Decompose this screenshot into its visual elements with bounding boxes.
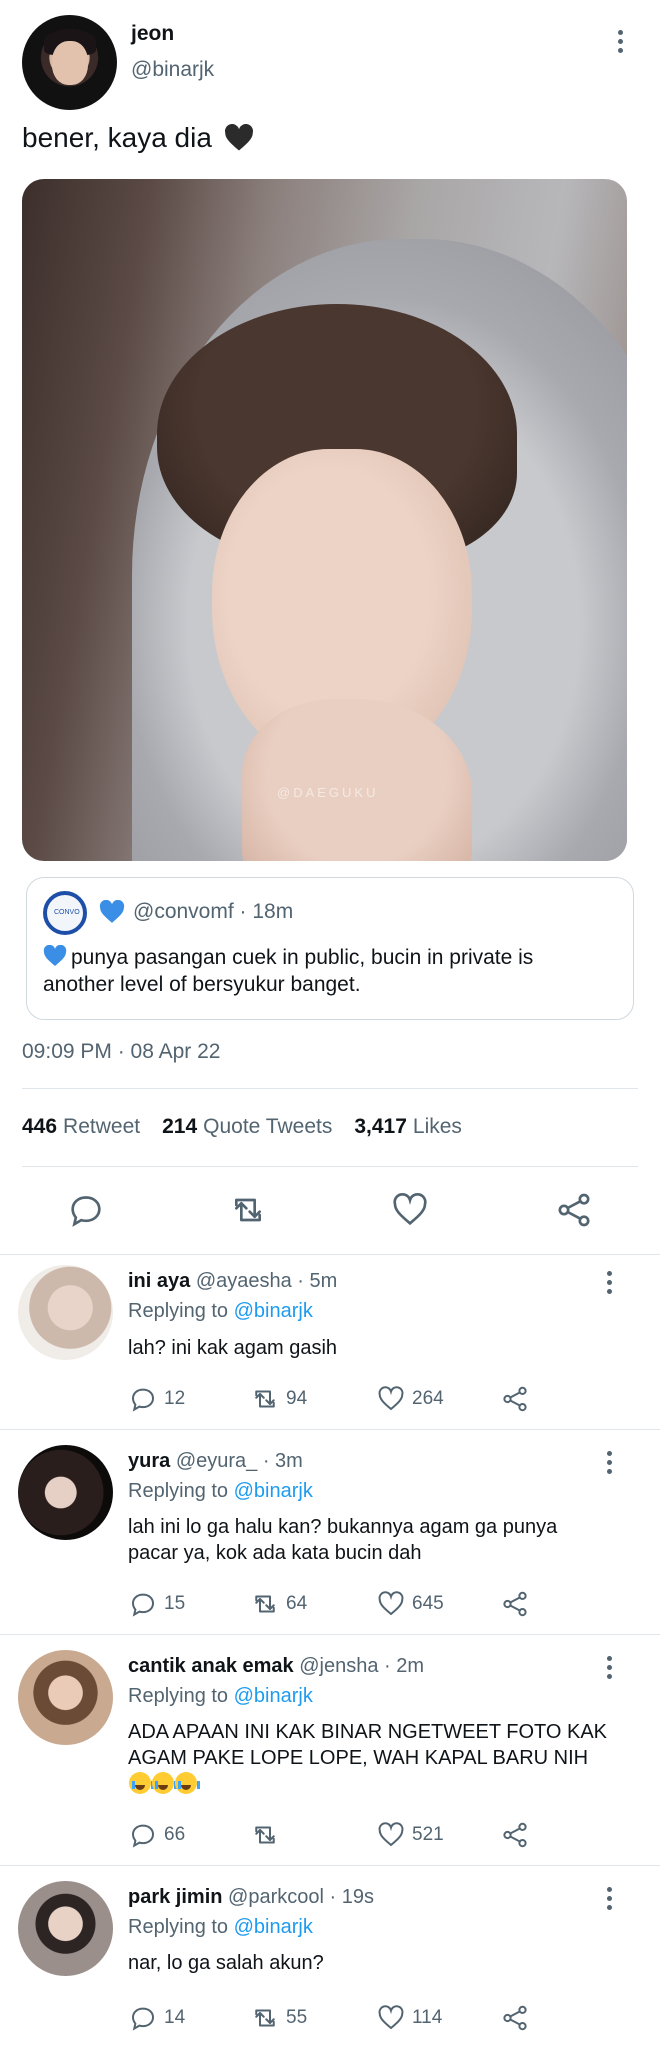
photo-watermark: @DAEGUKU [277,785,379,800]
retweet-icon[interactable] [228,1190,268,1230]
retweet-icon [255,2009,275,2027]
replying-to: Replying to @binarjk [128,1480,313,1502]
reply-author[interactable]: cantik anak emak @jensha · 2m [128,1655,424,1678]
reply-retweet-button[interactable] [250,1819,286,1851]
reply-comment-button[interactable]: 12 [128,1383,185,1415]
reply-share-button[interactable] [500,2002,530,2034]
blue-heart-emoji-icon [99,900,125,923]
quoted-handle-time: @convomf · 18m [133,900,294,923]
reply-text-container: ADA APAAN INI KAK BINAR NGETWEET FOTO KA… [128,1719,608,1797]
reply-actions: 15 64 645 [128,1588,548,1620]
reply-retweet-button[interactable]: 64 [250,1588,307,1620]
reply-like-button[interactable]: 521 [376,1819,444,1851]
reply-text: nar, lo ga salah akun? [128,1952,324,1974]
tweet-photo[interactable]: @DAEGUKU [22,179,627,861]
replying-to-link[interactable]: @binarjk [234,1300,313,1322]
share-icon[interactable] [554,1190,594,1230]
more-options-icon[interactable] [603,1887,615,1913]
reply-like-button[interactable]: 645 [376,1588,444,1620]
quoted-tweet[interactable]: CONVO @convomf · 18m punya pasangan cuek… [26,877,634,1020]
retweet-icon [255,1390,275,1408]
reply-avatar[interactable] [18,1650,113,1745]
reply-author[interactable]: ini aya @ayaesha · 5m [128,1270,337,1293]
reply-item[interactable]: yura @eyura_ · 3m Replying to @binarjk l… [0,1430,660,1634]
loudly-crying-face-emoji-icon [175,1772,200,1794]
reply-author[interactable]: park jimin @parkcool · 19s [128,1886,374,1909]
share-icon [503,2005,527,2031]
reply-comment-button[interactable]: 15 [128,1588,185,1620]
more-options-icon[interactable] [603,1271,615,1297]
like-icon [378,2005,404,2030]
reply-avatar[interactable] [18,1445,113,1540]
reply-actions: 12 94 264 [128,1383,548,1415]
reply-avatar[interactable] [18,1265,113,1360]
quoted-text: punya pasangan cuek in public, bucin in … [43,946,534,996]
author-avatar[interactable] [22,15,117,110]
replying-to: Replying to @binarjk [128,1916,313,1938]
tweet-timestamp: 09:09 PM · 08 Apr 22 [22,1040,221,1063]
quoted-text-container: punya pasangan cuek in public, bucin in … [43,944,603,998]
reply-share-button[interactable] [500,1588,530,1620]
reply-text: lah? ini kak agam gasih [128,1337,338,1359]
reply-item[interactable]: ini aya @ayaesha · 5m Replying to @binar… [0,1255,660,1429]
reply-share-button[interactable] [500,1819,530,1851]
reply-like-button[interactable]: 114 [376,2002,442,2034]
reply-like-button[interactable]: 264 [376,1383,444,1415]
reply-avatar[interactable] [18,1881,113,1976]
retweet-icon [255,1826,275,1844]
share-icon [503,1386,527,1412]
author-handle[interactable]: @binarjk [131,58,214,82]
divider [22,1088,638,1089]
like-icon[interactable] [390,1190,430,1230]
author-name[interactable]: jeon [131,22,174,46]
reply-item[interactable]: park jimin @parkcool · 19s Replying to @… [0,1866,660,2048]
reply-icon[interactable] [66,1190,106,1230]
quote-count-link[interactable]: 214 Quote Tweets [162,1115,332,1139]
reply-text: ADA APAAN INI KAK BINAR NGETWEET FOTO KA… [128,1721,608,1769]
replying-to-link[interactable]: @binarjk [234,1480,313,1502]
quoted-avatar: CONVO [43,891,87,935]
reply-text: lah ini lo ga halu kan? bukannya agam ga… [128,1516,558,1564]
like-count-link[interactable]: 3,417 Likes [354,1115,462,1139]
reply-retweet-button[interactable]: 94 [250,1383,307,1415]
share-icon [503,1822,527,1848]
reply-retweet-button[interactable]: 55 [250,2002,307,2034]
loudly-crying-face-emoji-icon [129,1772,154,1794]
more-options-icon[interactable] [603,1451,615,1477]
like-icon [378,1591,404,1616]
tweet-text-container: bener, kaya dia [22,122,254,154]
black-heart-emoji-icon [224,124,253,151]
reply-icon [131,2007,155,2031]
reply-icon [131,1593,155,1617]
reply-comment-button[interactable]: 14 [128,2002,185,2034]
replying-to-link[interactable]: @binarjk [234,1685,313,1707]
tweet-text: bener, kaya dia [22,122,212,153]
retweet-icon [255,1595,275,1613]
share-icon [503,1591,527,1617]
retweet-count-link[interactable]: 446 Retweet [22,1115,140,1139]
tweet-stats: 446 Retweet 214 Quote Tweets 3,417 Likes [22,1115,462,1139]
reply-comment-button[interactable]: 66 [128,1819,185,1851]
like-icon [378,1386,404,1411]
divider [22,1166,638,1167]
reply-icon [131,1388,155,1412]
reply-icon [131,1824,155,1848]
more-options-icon[interactable] [610,30,630,60]
replying-to-link[interactable]: @binarjk [234,1916,313,1938]
reply-item[interactable]: cantik anak emak @jensha · 2m Replying t… [0,1635,660,1865]
replying-to: Replying to @binarjk [128,1300,313,1322]
reply-actions: 14 55 114 [128,2002,548,2034]
loudly-crying-face-emoji-icon [152,1772,177,1794]
reply-share-button[interactable] [500,1383,530,1415]
more-options-icon[interactable] [603,1656,615,1682]
blue-heart-emoji-icon [43,945,67,966]
like-icon [378,1822,404,1847]
replying-to: Replying to @binarjk [128,1685,313,1707]
reply-actions: 66 521 [128,1819,548,1851]
reply-author[interactable]: yura @eyura_ · 3m [128,1450,303,1473]
